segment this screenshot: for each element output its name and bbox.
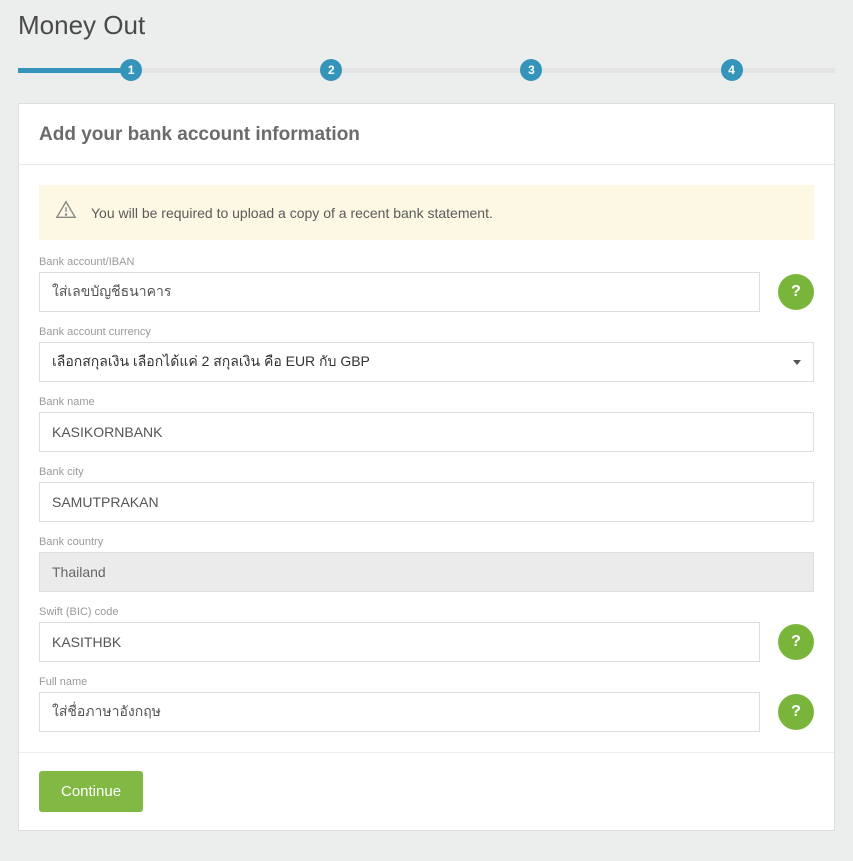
swift-label: Swift (BIC) code — [39, 606, 814, 618]
chevron-down-icon — [793, 360, 801, 365]
bank-name-input[interactable] — [39, 412, 814, 452]
stepper-progress — [18, 68, 124, 73]
step-3[interactable]: 3 — [520, 59, 542, 81]
currency-select[interactable]: เลือกสกุลเงิน เลือกได้แค่ 2 สกุลเงิน คือ… — [39, 342, 814, 382]
full-name-label: Full name — [39, 676, 814, 688]
bank-city-input[interactable] — [39, 482, 814, 522]
progress-stepper: 1 2 3 4 — [18, 59, 835, 83]
warning-icon — [55, 199, 77, 226]
step-2[interactable]: 2 — [320, 59, 342, 81]
bank-account-input[interactable] — [39, 272, 760, 312]
bank-city-label: Bank city — [39, 466, 814, 478]
bank-name-label: Bank name — [39, 396, 814, 408]
bank-country-input — [39, 552, 814, 592]
info-alert: You will be required to upload a copy of… — [39, 185, 814, 240]
bank-account-help-button[interactable]: ? — [778, 274, 814, 310]
form-card: Add your bank account information You wi… — [18, 103, 835, 831]
card-title: Add your bank account information — [39, 124, 814, 146]
full-name-help-button[interactable]: ? — [778, 694, 814, 730]
alert-text: You will be required to upload a copy of… — [91, 205, 493, 221]
bank-account-label: Bank account/IBAN — [39, 256, 814, 268]
step-4[interactable]: 4 — [721, 59, 743, 81]
swift-input[interactable] — [39, 622, 760, 662]
currency-select-value: เลือกสกุลเงิน เลือกได้แค่ 2 สกุลเงิน คือ… — [52, 351, 370, 373]
card-header: Add your bank account information — [19, 104, 834, 165]
bank-country-label: Bank country — [39, 536, 814, 548]
swift-help-button[interactable]: ? — [778, 624, 814, 660]
full-name-input[interactable] — [39, 692, 760, 732]
currency-label: Bank account currency — [39, 326, 814, 338]
step-1[interactable]: 1 — [120, 59, 142, 81]
continue-button[interactable]: Continue — [39, 771, 143, 812]
page-title: Money Out — [18, 0, 835, 59]
